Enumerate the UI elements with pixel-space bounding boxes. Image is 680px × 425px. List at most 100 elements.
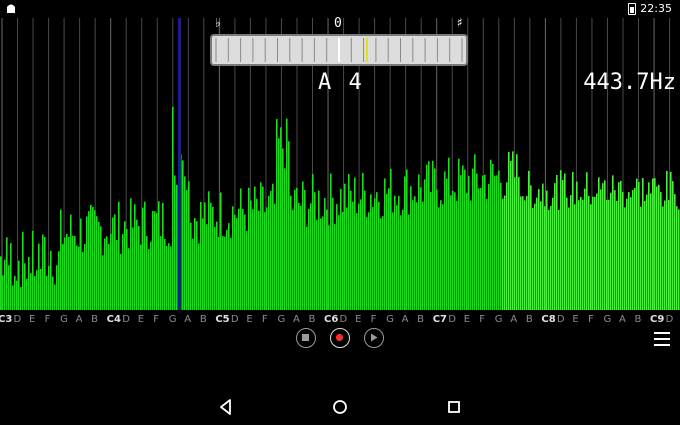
spectrum-bar — [544, 206, 546, 310]
spectrum-bar — [214, 226, 216, 310]
spectrum-bar — [18, 260, 20, 310]
spectrum-bar — [58, 251, 60, 310]
spectrum-bar — [124, 221, 126, 310]
note-axis-label: D — [448, 314, 456, 325]
spectrum-bar — [76, 245, 78, 310]
spectrum-bar — [0, 256, 2, 310]
spectrum-bar — [148, 249, 150, 310]
spectrum-bar — [478, 188, 480, 310]
spectrum-bar — [554, 183, 556, 310]
spectrum-bar — [606, 199, 608, 310]
spectrum-bar — [550, 206, 552, 310]
back-icon[interactable] — [216, 397, 236, 417]
note-axis-label: D — [666, 314, 674, 325]
spectrum-bar — [408, 214, 410, 310]
spectrum-bar — [426, 164, 428, 310]
spectrum-bar — [468, 175, 470, 310]
note-axis-label: D — [340, 314, 348, 325]
spectrum-bar — [396, 205, 398, 310]
spectrum-bar — [60, 209, 62, 310]
spectrum-bar — [658, 184, 660, 310]
spectrum-bar — [172, 106, 174, 310]
spectrum-bar — [158, 201, 160, 310]
spectrum-bar — [112, 217, 114, 310]
spectrum-bar — [384, 178, 386, 310]
note-axis-label: A — [293, 314, 300, 325]
spectrum-bar — [150, 241, 152, 310]
spectrum-bar — [188, 181, 190, 310]
spectrum-bar — [482, 175, 484, 310]
tuner-center-label: 0 — [334, 16, 342, 31]
play-button[interactable] — [364, 328, 384, 348]
spectrum-bar — [96, 216, 98, 310]
note-axis-label: A — [402, 314, 409, 325]
android-notification-icon — [7, 4, 15, 13]
spectrum-bar — [92, 206, 94, 310]
spectrum-bar — [348, 174, 350, 310]
spectrum-bar — [512, 151, 514, 310]
spectrum-bar — [276, 119, 278, 310]
spectrum-bar — [486, 198, 488, 310]
spectrum-bar — [126, 229, 128, 310]
note-axis-label: A — [184, 314, 191, 325]
spectrum-bar — [234, 214, 236, 310]
spectrum-bar — [670, 172, 672, 310]
spectrum-bar — [282, 148, 284, 310]
spectrum-bar — [174, 175, 176, 310]
spectrum-bar — [16, 280, 18, 310]
note-axis-label: E — [138, 314, 144, 325]
spectrum-bar — [328, 225, 330, 310]
spectrum-bar — [394, 195, 396, 310]
spectrum-bar — [556, 175, 558, 310]
spectrum-bar — [458, 158, 460, 310]
spectrum-bar — [608, 199, 610, 310]
spectrum-bar — [346, 207, 348, 310]
spectrum-bar — [228, 223, 230, 310]
spectrum-bar — [500, 182, 502, 310]
spectrum-bar — [616, 201, 618, 310]
stop-button[interactable] — [296, 328, 316, 348]
spectrum-bar — [648, 182, 650, 310]
spectrum-bar — [546, 190, 548, 310]
spectrum-bar — [8, 265, 10, 310]
recents-icon[interactable] — [444, 397, 464, 417]
spectrum-bar — [558, 209, 560, 310]
spectrum-bar — [656, 186, 658, 310]
spectrum-bar — [498, 170, 500, 310]
battery-icon — [628, 2, 637, 15]
home-icon[interactable] — [330, 397, 350, 417]
detected-frequency: 443.7Hz — [583, 70, 676, 95]
spectrum-bar — [378, 201, 380, 310]
note-axis-label: A — [76, 314, 83, 325]
spectrum-bar — [108, 243, 110, 310]
spectrum-bar — [432, 160, 434, 310]
note-axis-label: D — [231, 314, 239, 325]
spectrum-bar — [312, 174, 314, 310]
spectrum-bar — [454, 192, 456, 310]
spectrum-bar — [162, 202, 164, 310]
spectrum-bar — [502, 198, 504, 310]
spectrum-bar — [678, 209, 680, 310]
spectrum-bar — [182, 160, 184, 310]
spectrum-bar — [548, 209, 550, 310]
spectrum-bar — [12, 285, 14, 310]
spectrum-bar — [250, 200, 252, 310]
spectrum-bar — [310, 203, 312, 310]
record-button[interactable] — [330, 328, 350, 348]
spectrum-bar — [424, 179, 426, 310]
spectrum-bar — [466, 193, 468, 310]
spectrum-bar — [528, 170, 530, 310]
detected-note: A 4 — [318, 70, 364, 95]
spectrum-bar — [26, 278, 28, 310]
note-axis-label: B — [309, 314, 316, 325]
spectrum-bar — [114, 214, 116, 310]
spectrum-bar — [640, 206, 642, 310]
spectrum-bar — [442, 204, 444, 310]
spectrum-bar — [88, 211, 90, 310]
menu-button[interactable] — [654, 332, 670, 346]
spectrum-bar — [170, 246, 172, 310]
spectrum-bar — [662, 206, 664, 310]
spectrum-bar — [184, 176, 186, 310]
spectrum-bar — [6, 237, 8, 310]
note-axis-label: G — [60, 314, 68, 325]
